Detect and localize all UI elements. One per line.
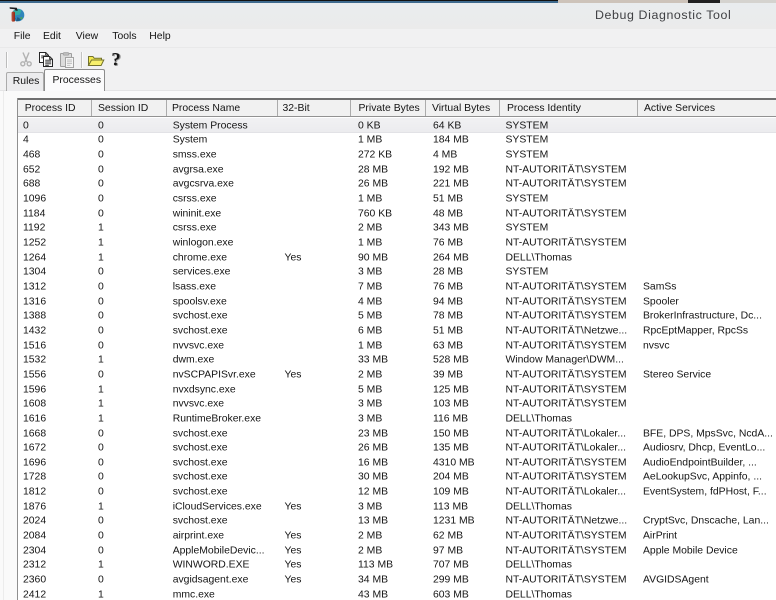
svg-text:?: ? — [111, 50, 120, 70]
